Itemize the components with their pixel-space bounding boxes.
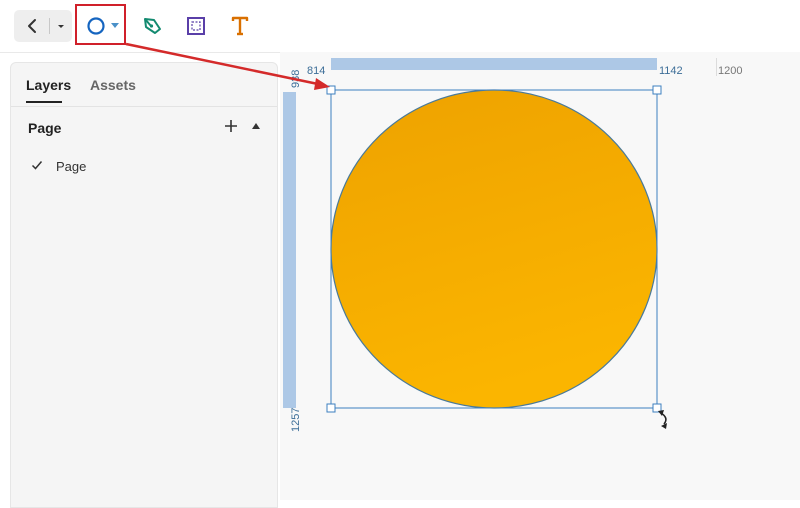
text-tool-button[interactable] bbox=[228, 14, 252, 38]
tab-assets[interactable]: Assets bbox=[90, 77, 136, 93]
toolbar bbox=[0, 0, 800, 53]
add-page-button[interactable] bbox=[222, 117, 240, 135]
collapse-pages-button[interactable] bbox=[249, 119, 263, 133]
path-tool-button[interactable] bbox=[140, 14, 164, 38]
navigation-group bbox=[14, 10, 72, 42]
ellipse-icon bbox=[87, 17, 105, 35]
resize-handle-bottom-left[interactable] bbox=[326, 403, 336, 413]
canvas[interactable]: 814 1142 1200 938 1257 bbox=[280, 52, 800, 500]
back-button[interactable] bbox=[20, 14, 44, 38]
active-tab-indicator bbox=[26, 101, 62, 103]
tab-layers[interactable]: Layers bbox=[26, 77, 71, 93]
tabs-divider bbox=[11, 106, 277, 107]
pages-section-title: Page bbox=[28, 120, 62, 136]
layers-sidebar: Layers Assets Page Page bbox=[10, 62, 278, 508]
ellipse-tool-button[interactable] bbox=[75, 4, 126, 45]
ellipse-tool-dropdown-icon[interactable] bbox=[111, 21, 119, 29]
chevron-left-icon bbox=[28, 19, 36, 33]
nav-menu-dropdown[interactable] bbox=[54, 14, 68, 38]
caret-up-icon bbox=[252, 123, 260, 129]
board-tool-button[interactable] bbox=[184, 14, 208, 38]
resize-handle-top-right[interactable] bbox=[652, 85, 662, 95]
plus-icon bbox=[225, 120, 237, 132]
pen-icon bbox=[144, 18, 161, 34]
check-icon bbox=[31, 161, 43, 170]
resize-handle-top-left[interactable] bbox=[326, 85, 336, 95]
board-icon bbox=[187, 17, 205, 35]
nav-divider bbox=[49, 18, 50, 34]
page-list-item[interactable]: Page bbox=[11, 153, 277, 181]
rotate-cursor-icon bbox=[658, 410, 667, 429]
page-name: Page bbox=[56, 159, 87, 174]
ellipse-shape[interactable] bbox=[330, 89, 658, 409]
text-icon bbox=[231, 16, 249, 36]
caret-down-icon bbox=[58, 25, 64, 28]
canvas-artwork bbox=[326, 85, 667, 429]
